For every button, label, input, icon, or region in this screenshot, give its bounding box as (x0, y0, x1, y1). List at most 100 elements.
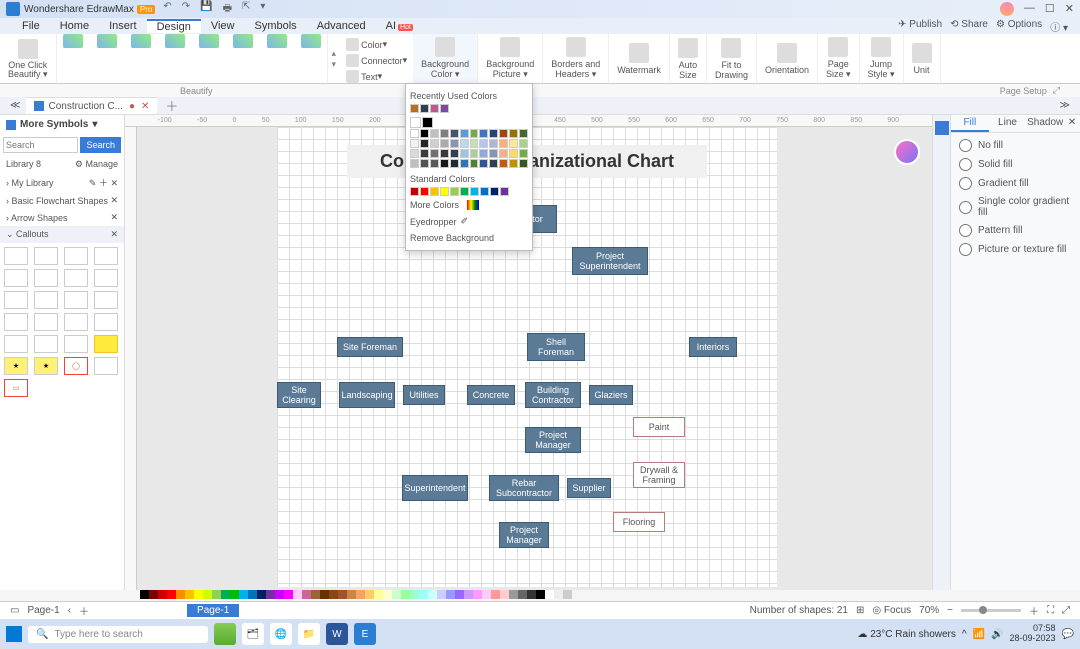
color-swatch[interactable] (480, 187, 489, 196)
node-siteclearing[interactable]: Site Clearing (277, 382, 321, 408)
close-button[interactable]: ✕ (1065, 2, 1074, 16)
format-panel-icon[interactable] (935, 121, 949, 135)
section-flowchart[interactable]: › Basic Flowchart Shapes✕ (0, 192, 124, 209)
shape-item[interactable] (4, 313, 28, 331)
zoom-slider[interactable] (961, 609, 1021, 612)
user-avatar-icon[interactable] (1000, 2, 1014, 16)
color-swatch[interactable] (410, 149, 419, 158)
notification-icon[interactable]: 💬 (1062, 629, 1074, 640)
preset-3[interactable] (131, 34, 151, 48)
color-swatch[interactable] (440, 139, 449, 148)
fill-option[interactable]: Picture or texture fill (959, 243, 1072, 256)
quick-color-swatch[interactable] (518, 590, 527, 599)
taskbar-app-4[interactable]: 📁 (298, 623, 320, 645)
view-mode-icon[interactable]: ⊞ (856, 605, 864, 616)
node-pm1[interactable]: Project Manager (525, 427, 581, 453)
quick-color-swatch[interactable] (347, 590, 356, 599)
help-icon[interactable]: ⓘ ▾ (1050, 19, 1068, 34)
manage-button[interactable]: ⚙ Manage (75, 159, 118, 170)
shape-item[interactable] (94, 313, 118, 331)
quick-color-swatch[interactable] (239, 590, 248, 599)
quick-color-swatch[interactable] (266, 590, 275, 599)
color-swatch[interactable] (479, 149, 488, 158)
section-callouts[interactable]: ⌄ Callouts✕ (0, 226, 124, 243)
color-swatch[interactable] (519, 159, 528, 168)
color-swatch[interactable] (500, 187, 509, 196)
color-swatch[interactable] (499, 129, 508, 138)
color-swatch[interactable] (410, 104, 419, 113)
quick-color-swatch[interactable] (212, 590, 221, 599)
color-swatch[interactable] (460, 159, 469, 168)
quick-color-swatch[interactable] (455, 590, 464, 599)
fit-to-drawing-button[interactable]: Fit toDrawing (707, 34, 757, 83)
node-concrete[interactable]: Concrete (467, 385, 515, 405)
color-swatch[interactable] (410, 187, 419, 196)
menu-advanced[interactable]: Advanced (307, 20, 376, 32)
zoom-in-icon[interactable]: ＋ (1029, 603, 1039, 618)
shape-item[interactable] (34, 291, 58, 309)
unit-button[interactable]: Unit (904, 34, 941, 83)
fit-page-icon[interactable]: ⛶ (1047, 605, 1054, 616)
weather-widget[interactable]: ☁ 23°C Rain showers (857, 629, 955, 640)
quick-color-swatch[interactable] (140, 590, 149, 599)
color-swatch[interactable] (479, 129, 488, 138)
search-input[interactable] (3, 137, 78, 153)
canvas[interactable]: Construction Organizational Chart Direct… (137, 127, 932, 590)
shape-item[interactable] (34, 269, 58, 287)
search-button[interactable]: Search (80, 137, 121, 153)
color-swatch[interactable] (470, 129, 479, 138)
color-swatch[interactable] (440, 187, 449, 196)
shape-item[interactable] (64, 313, 88, 331)
shape-item[interactable] (4, 335, 28, 353)
color-swatch[interactable] (509, 139, 518, 148)
color-swatch[interactable] (499, 149, 508, 158)
shape-item[interactable]: ★ (34, 357, 58, 375)
node-drywall[interactable]: Drywall & Framing (633, 462, 685, 488)
color-swatch[interactable] (509, 129, 518, 138)
quick-color-swatch[interactable] (428, 590, 437, 599)
taskbar-app-1[interactable] (214, 623, 236, 645)
color-swatch[interactable] (410, 117, 421, 128)
menu-insert[interactable]: Insert (99, 20, 147, 32)
quick-color-swatch[interactable] (230, 590, 239, 599)
quick-color-swatch[interactable] (545, 590, 554, 599)
node-utilities[interactable]: Utilities (403, 385, 445, 405)
fullscreen-icon[interactable]: ⤢ (1062, 605, 1070, 616)
color-swatch[interactable] (470, 159, 479, 168)
shape-item[interactable] (64, 269, 88, 287)
redo-icon[interactable]: ↷ (182, 1, 190, 18)
shape-item[interactable] (64, 335, 88, 353)
quick-color-swatch[interactable] (293, 590, 302, 599)
fill-option[interactable]: Solid fill (959, 158, 1072, 171)
node-buildingcontractor[interactable]: Building Contractor (525, 382, 581, 408)
quick-color-swatch[interactable] (527, 590, 536, 599)
add-tab-button[interactable]: ＋ (165, 96, 178, 115)
color-swatch[interactable] (489, 129, 498, 138)
color-swatch[interactable] (440, 129, 449, 138)
color-swatch[interactable] (450, 149, 459, 158)
shape-item[interactable] (4, 269, 28, 287)
shape-item[interactable] (34, 335, 58, 353)
color-swatch[interactable] (489, 159, 498, 168)
shape-item[interactable] (34, 313, 58, 331)
collapse-panel-icon[interactable]: ≪ (10, 100, 20, 111)
taskbar-search[interactable]: 🔍Type here to search (28, 626, 208, 643)
node-supplier[interactable]: Supplier (567, 478, 611, 498)
fill-option[interactable]: Single color gradient fill (959, 196, 1072, 218)
quick-color-swatch[interactable] (194, 590, 203, 599)
publish-button[interactable]: ✈ Publish (898, 19, 942, 34)
color-swatch[interactable] (430, 187, 439, 196)
zoom-out-icon[interactable]: − (947, 605, 953, 616)
background-picture-button[interactable]: BackgroundPicture ▾ (478, 34, 543, 83)
more-colors-button[interactable]: More Colors (410, 197, 528, 213)
quick-color-swatch[interactable] (437, 590, 446, 599)
collaborator-avatar[interactable] (894, 139, 920, 165)
color-dropdown[interactable]: Color ▾ (346, 38, 407, 51)
color-swatch[interactable] (460, 149, 469, 158)
orientation-button[interactable]: Orientation (757, 34, 818, 83)
tab-line[interactable]: Line (989, 115, 1027, 132)
shape-item[interactable] (94, 269, 118, 287)
add-page-icon[interactable]: ＋ (79, 603, 89, 618)
node-siteforeman[interactable]: Site Foreman (337, 337, 403, 357)
print-icon[interactable]: 🖶 (223, 1, 232, 18)
